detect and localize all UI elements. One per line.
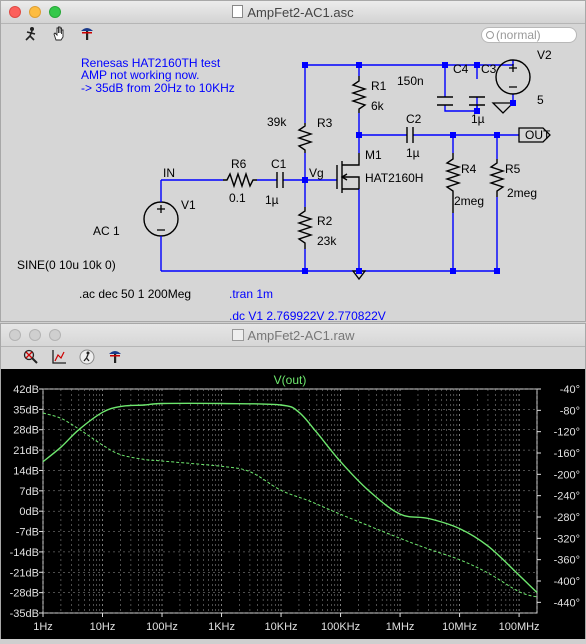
m1-model: HAT2160H — [365, 171, 423, 185]
x-tick-label: 1Hz — [33, 621, 53, 633]
y-left-tick-label: 35dB — [13, 404, 39, 416]
r5-name: R5 — [505, 162, 521, 176]
y-right-tick-label: -440° — [554, 597, 580, 609]
y-right-tick-label: -80° — [560, 405, 580, 417]
r3-value: 39k — [267, 115, 287, 129]
y-left-tick-label: -14dB — [10, 547, 39, 559]
trace-label-vout[interactable]: V(out) — [274, 373, 307, 387]
r2-name: R2 — [317, 214, 333, 228]
c3-name: C3 — [481, 62, 497, 76]
x-tick-label: 10MHz — [442, 621, 477, 633]
hand-icon[interactable] — [51, 26, 67, 42]
y-right-tick-label: -400° — [554, 576, 580, 588]
note-line2: AMP not working now. — [81, 68, 200, 82]
r3-name: R3 — [317, 116, 333, 130]
search-input[interactable]: (normal) — [481, 27, 577, 43]
schematic-window: AmpFet2-AC1.asc (normal) Renesas HAT2160… — [0, 0, 586, 323]
y-left-tick-label: 7dB — [19, 486, 39, 498]
y-right-tick-label: -360° — [554, 555, 580, 567]
run-icon[interactable] — [23, 26, 39, 42]
y-left-tick-label: 21dB — [13, 445, 39, 457]
r1-value: 6k — [371, 99, 385, 113]
y-left-tick-label: -21dB — [10, 567, 39, 579]
r2-value: 23k — [317, 234, 337, 248]
r1-name: R1 — [371, 79, 387, 93]
directive-tran[interactable]: .tran 1m — [229, 287, 273, 301]
c1-value: 1µ — [265, 193, 279, 207]
bode-chart[interactable]: V(out) 1Hz 10Hz 100Hz 1KHz 10KHz 100KHz 1MHz 10… — [1, 369, 585, 639]
run-icon[interactable] — [79, 349, 95, 365]
r4-value: 2meg — [454, 194, 484, 208]
c2-value: 1µ — [406, 146, 420, 160]
r5-value: 2meg — [507, 186, 537, 200]
plot-titlebar[interactable]: AmpFet2-AC1.raw — [1, 324, 585, 347]
plot-window: AmpFet2-AC1.raw V(out) 1Hz 10Hz 100Hz 1KHz 1… — [0, 323, 586, 639]
x-tick-label: 100KHz — [321, 621, 360, 633]
y-right-tick-label: -160° — [554, 448, 580, 460]
y-right-tick-label: -40° — [560, 384, 580, 396]
r6-value: 0.1 — [229, 191, 246, 205]
x-tick-label: 10KHz — [265, 621, 298, 633]
m1-name: M1 — [365, 148, 382, 162]
c2-name: C2 — [406, 112, 422, 126]
r6-name: R6 — [231, 157, 247, 171]
c1-name: C1 — [271, 157, 287, 171]
v2-name: V2 — [537, 48, 552, 62]
trace-vout-magnitude[interactable] — [42, 402, 538, 594]
plot-toolbar — [1, 346, 585, 368]
x-tick-label: 1KHz — [208, 621, 235, 633]
v2-value: 5 — [537, 93, 544, 107]
r4-name: R4 — [461, 162, 477, 176]
y-left-tick-label: -7dB — [16, 527, 39, 539]
y-left-tick-label: 0dB — [19, 506, 39, 518]
net-vg-label: Vg — [309, 166, 324, 180]
plot-grid — [42, 388, 538, 614]
v1-sine: SINE(0 10u 10k 0) — [17, 258, 116, 272]
plot-frame — [42, 388, 538, 614]
trace-vout-phase[interactable] — [42, 412, 538, 598]
y-left-tick-label: -35dB — [10, 608, 39, 620]
x-tick-label: 1MHz — [386, 621, 415, 633]
probe-icon[interactable] — [79, 26, 95, 42]
v1-name: V1 — [181, 198, 196, 212]
directive-dc[interactable]: .dc V1 2.769922V 2.770822V — [229, 309, 386, 323]
note-line3: -> 35dB from 20Hz to 10KHz — [81, 81, 235, 95]
schematic-titlebar[interactable]: AmpFet2-AC1.asc — [1, 1, 585, 24]
net-in-label: IN — [163, 166, 175, 180]
c3-value: 1µ — [471, 112, 485, 126]
plot-window-title: AmpFet2-AC1.raw — [1, 328, 585, 343]
schematic-canvas[interactable]: Renesas HAT2160TH test AMP not working n… — [1, 45, 585, 323]
c4-value: 150n — [397, 74, 424, 88]
schematic-window-title: AmpFet2-AC1.asc — [1, 5, 585, 20]
y-right-tick-label: -320° — [554, 533, 580, 545]
directive-ac[interactable]: .ac dec 50 1 200Meg — [79, 287, 191, 301]
x-tick-label: 100Hz — [146, 621, 178, 633]
y-right-tick-label: -120° — [554, 427, 580, 439]
search-icon — [486, 31, 494, 39]
c4-name: C4 — [453, 62, 469, 76]
probe-icon[interactable] — [107, 349, 123, 365]
y-left-tick-label: 14dB — [13, 465, 39, 477]
x-tick-label: 100MHz — [499, 621, 540, 633]
waveform-plot[interactable]: V(out) 1Hz 10Hz 100Hz 1KHz 10KHz 100KHz 1MHz 10… — [1, 369, 585, 639]
y-right-tick-label: -240° — [554, 491, 580, 503]
y-right-tick-label: -280° — [554, 512, 580, 524]
delete-trace-icon[interactable] — [23, 349, 39, 365]
autorange-icon[interactable] — [51, 349, 67, 365]
net-out-label: OUT — [525, 128, 551, 142]
y-left-tick-label: 42dB — [13, 384, 39, 396]
v1-value: AC 1 — [93, 224, 120, 238]
x-tick-label: 10Hz — [90, 621, 116, 633]
y-left-tick-label: -28dB — [10, 588, 39, 600]
document-icon — [232, 5, 244, 18]
waveform-file-icon — [231, 329, 244, 341]
y-right-tick-label: -200° — [554, 469, 580, 481]
y-left-tick-label: 28dB — [13, 425, 39, 437]
